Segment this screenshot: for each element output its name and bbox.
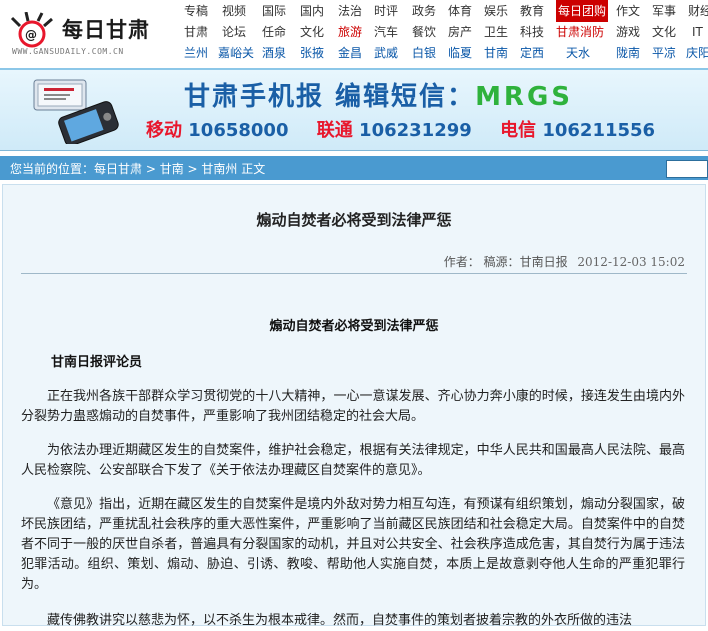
nav-link[interactable]: 法治	[338, 0, 362, 22]
nav-city-link[interactable]: 陇南	[616, 42, 640, 64]
carrier-telecom-label: 电信	[500, 120, 537, 141]
logo-swirl-icon: @	[10, 12, 53, 48]
mobile-paper-banner[interactable]: 甘肃手机报 编辑短信：MRGS 移动 10658000 联通 106231299…	[0, 68, 708, 151]
nav-link[interactable]: 卫生	[484, 21, 508, 43]
nav-link-group-buy[interactable]: 每日团购	[556, 0, 609, 22]
carrier-unicom-number: 106231299	[359, 120, 472, 141]
carrier-mobile-label: 移动	[146, 120, 182, 141]
nav-link[interactable]: 论坛	[222, 21, 246, 43]
mobile-phone-icon	[33, 79, 119, 144]
article-paragraph: 《意见》指出，近期在藏区发生的自焚案件是境内外敌对势力相互勾连，有预谋有组织策划…	[21, 497, 685, 592]
nav-link[interactable]: 作文	[616, 0, 640, 22]
nav-link[interactable]: 文化	[652, 21, 676, 43]
article-paragraph: 藏传佛教讲究以慈悲为怀，以不杀生为根本戒律。然而，自焚事件的策划者披着宗教的外衣…	[47, 613, 633, 628]
breadcrumb-separator: >	[142, 162, 160, 176]
breadcrumb-item-gannan[interactable]: 甘南	[160, 162, 184, 176]
logo-url-text: WWW.GANSUDAILY.COM.CN	[12, 47, 124, 56]
article-subtitle: 煽动自焚者必将受到法律严惩	[269, 319, 439, 334]
nav-link[interactable]: 任命	[262, 21, 286, 43]
nav-city-link[interactable]: 天水	[566, 42, 590, 64]
nav-link[interactable]: 甘肃	[184, 21, 208, 43]
nav-city-link[interactable]: 金昌	[338, 42, 362, 64]
site-header: @ 每日甘肃 WWW.GANSUDAILY.COM.CN 专稿 视频 国际 国内…	[0, 0, 708, 66]
nav-link[interactable]: 军事	[652, 0, 676, 22]
svg-text:@: @	[25, 28, 37, 42]
nav-link[interactable]: 政务	[412, 0, 436, 22]
nav-link[interactable]: 体育	[448, 0, 472, 22]
breadcrumb-prefix: 您当前的位置：	[10, 162, 95, 176]
logo-brand-text: 每日甘肃	[62, 18, 150, 42]
nav-link-travel[interactable]: 旅游	[338, 21, 362, 43]
site-logo[interactable]: @ 每日甘肃 WWW.GANSUDAILY.COM.CN	[2, 2, 178, 62]
article-paragraph: 为依法办理近期藏区发生的自焚案件，维护社会稳定，根据有关法律规定，中华人民共和国…	[21, 443, 685, 478]
breadcrumb-separator: >	[183, 162, 202, 176]
banner-carrier-numbers: 移动 10658000 联通 106231299 电信 106211556	[146, 116, 677, 142]
nav-link[interactable]: 文化	[300, 21, 324, 43]
nav-link[interactable]: 娱乐	[484, 0, 508, 22]
article-meta: 作者： 稿源：甘南日报 2012-12-03 15:02	[444, 253, 685, 270]
article-byline: 甘南日报评论员	[51, 355, 143, 370]
publish-date: 2012-12-03 15:02	[577, 255, 685, 269]
banner-headline: 甘肃手机报 编辑短信：MRGS	[184, 76, 573, 113]
nav-link[interactable]: 科技	[520, 21, 544, 43]
nav-city-link[interactable]: 武威	[374, 42, 398, 64]
banner-headline-text: 甘肃手机报 编辑短信：	[184, 82, 476, 112]
nav-link[interactable]: 视频	[222, 0, 246, 22]
carrier-unicom-label: 联通	[316, 120, 353, 141]
nav-city-link[interactable]: 白银	[412, 42, 436, 64]
article-paragraph: 正在我州各族干部群众学习贯彻党的十八大精神，一心一意谋发展、齐心协力奔小康的时候…	[21, 389, 685, 424]
nav-link-fire[interactable]: 甘肃消防	[556, 21, 604, 43]
nav-row-cities: 兰州 嘉峪关 酒泉 张掖 金昌 武威 白银 临夏 甘南 定西 天水 陇南 平凉 …	[180, 42, 708, 64]
breadcrumb-item-current: 甘南州 正文	[201, 162, 266, 176]
nav-link[interactable]: 教育	[520, 0, 544, 22]
nav-city-link[interactable]: 兰州	[184, 42, 208, 64]
nav-city-link[interactable]: 张掖	[300, 42, 324, 64]
nav-link[interactable]: 专稿	[184, 0, 208, 22]
nav-city-link[interactable]: 平凉	[652, 42, 676, 64]
breadcrumb-item-home[interactable]: 每日甘肃	[94, 162, 142, 176]
nav-link[interactable]: 财经	[688, 0, 708, 22]
nav-link[interactable]: 国内	[300, 0, 324, 22]
carrier-telecom-number: 106211556	[542, 120, 656, 141]
carrier-mobile-number: 10658000	[188, 120, 289, 141]
nav-link[interactable]: 汽车	[374, 21, 398, 43]
nav-link[interactable]: 餐饮	[412, 21, 436, 43]
source-label: 稿源：	[483, 255, 520, 269]
nav-city-link[interactable]: 酒泉	[262, 42, 286, 64]
nav-city-link[interactable]: 嘉峪关	[218, 42, 254, 64]
search-input[interactable]	[666, 160, 708, 178]
article-title: 煽动自焚者必将受到法律严惩	[256, 211, 452, 229]
article-panel: 煽动自焚者必将受到法律严惩 作者： 稿源：甘南日报 2012-12-03 15:…	[2, 184, 706, 628]
breadcrumb: 您当前的位置：每日甘肃 > 甘南 > 甘南州 正文	[0, 156, 708, 180]
nav-link[interactable]: 国际	[262, 0, 286, 22]
divider	[21, 273, 687, 274]
nav-city-link[interactable]: 庆阳	[686, 42, 708, 64]
nav-city-link[interactable]: 甘南	[484, 42, 508, 64]
nav-city-link[interactable]: 临夏	[448, 42, 472, 64]
nav-row-topics: 专稿 视频 国际 国内 法治 时评 政务 体育 娱乐 教育 每日团购 作文 军事…	[180, 0, 708, 22]
source-value: 甘南日报	[519, 255, 568, 269]
banner-sms-code: MRGS	[475, 82, 574, 112]
nav-row-channels: 甘肃 论坛 任命 文化 旅游 汽车 餐饮 房产 卫生 科技 甘肃消防 游戏 文化…	[180, 21, 708, 43]
nav-link[interactable]: 房产	[448, 21, 472, 43]
nav-link[interactable]: 时评	[374, 0, 398, 22]
author-label: 作者：	[443, 255, 480, 269]
nav-link[interactable]: IT	[692, 21, 703, 43]
nav-city-link[interactable]: 定西	[520, 42, 544, 64]
nav-link[interactable]: 游戏	[616, 21, 640, 43]
